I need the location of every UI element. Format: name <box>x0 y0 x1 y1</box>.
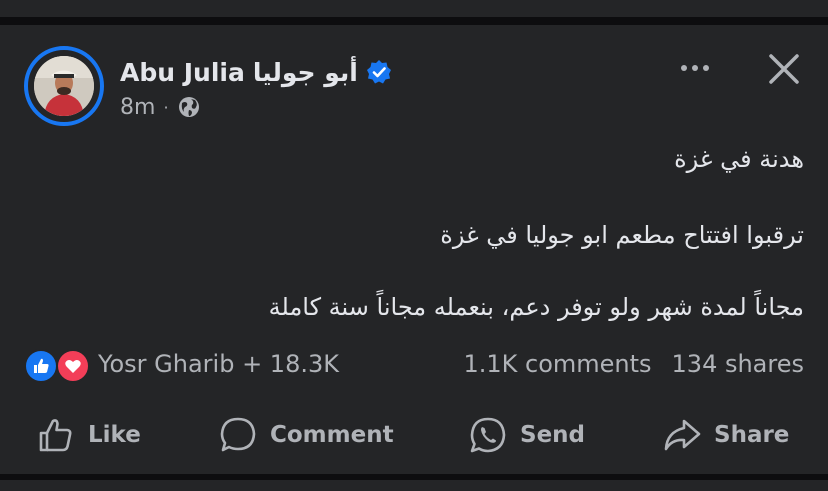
comment-label: Comment <box>270 422 394 448</box>
send-button[interactable]: Send <box>468 413 585 457</box>
close-icon[interactable] <box>764 49 804 89</box>
author-avatar[interactable] <box>24 46 104 126</box>
action-bar: Like Comment Send Share <box>0 413 828 457</box>
like-label: Like <box>88 422 141 448</box>
reaction-icons[interactable] <box>24 347 90 383</box>
verified-badge-icon <box>366 59 392 85</box>
avatar-photo <box>34 56 94 116</box>
more-dot <box>681 65 687 71</box>
post-text-line-1: هدنة في غزة <box>674 145 804 173</box>
engagement-stats: Yosr Gharib + 18.3K 1.1K comments 134 sh… <box>24 347 804 383</box>
share-button[interactable]: Share <box>662 413 789 457</box>
comment-bubble-icon <box>220 417 256 452</box>
share-label: Share <box>714 422 790 448</box>
more-dot <box>703 65 709 71</box>
counts: 1.1K comments 134 shares <box>463 350 804 378</box>
comment-button[interactable]: Comment <box>218 413 394 457</box>
more-options-icon[interactable] <box>670 51 720 85</box>
post-meta: 8m · <box>120 93 201 121</box>
like-button[interactable]: Like <box>36 413 141 457</box>
shares-count[interactable]: 134 shares <box>672 350 804 378</box>
meta-dot: · <box>163 97 169 117</box>
feed-separator <box>0 17 828 25</box>
post-time[interactable]: 8m <box>120 95 155 120</box>
post-text-line-3: مجاناً لمدة شهر ولو توفر دعم، بنعمله مجا… <box>268 293 804 321</box>
globe-icon[interactable] <box>177 95 201 119</box>
like-reaction-icon <box>24 349 58 383</box>
next-post-edge <box>0 480 828 491</box>
previous-post-edge <box>0 0 828 17</box>
author-name[interactable]: Abu Julia أبو جوليا <box>120 55 392 89</box>
author-name-arabic[interactable]: أبو جوليا <box>253 58 358 87</box>
more-dot <box>692 65 698 71</box>
post-card: Abu Julia أبو جوليا 8m · هدنة في غزة ترق… <box>0 25 828 474</box>
comments-count[interactable]: 1.1K comments <box>463 350 651 378</box>
send-label: Send <box>520 422 586 448</box>
share-arrow-icon <box>664 419 701 451</box>
reactions-summary[interactable]: Yosr Gharib + 18.3K <box>98 350 339 378</box>
thumbs-up-icon <box>39 419 72 452</box>
post-text-line-2: ترقبوا افتتاح مطعم ابو جوليا في غزة <box>440 221 804 249</box>
author-name-latin[interactable]: Abu Julia <box>120 58 245 87</box>
love-reaction-icon <box>56 349 90 383</box>
whatsapp-icon <box>470 417 506 453</box>
